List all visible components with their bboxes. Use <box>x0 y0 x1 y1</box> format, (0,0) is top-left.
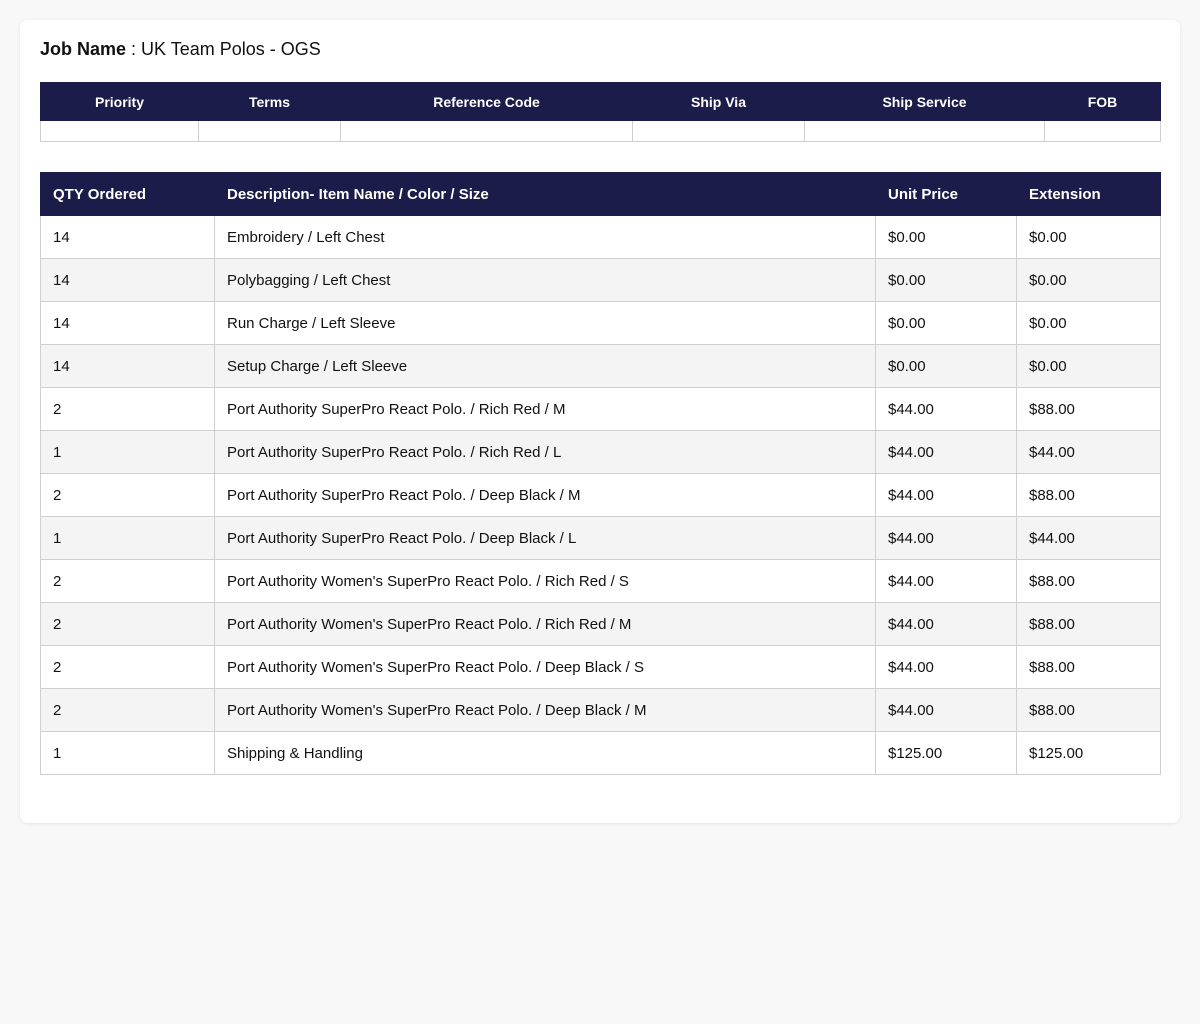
table-row: 14 Run Charge / Left Sleeve $0.00 $0.00 <box>40 301 1161 345</box>
meta-header-terms: Terms <box>198 82 341 121</box>
cell-qty: 1 <box>40 430 215 474</box>
cell-qty: 2 <box>40 602 215 646</box>
cell-extension: $0.00 <box>1016 258 1161 302</box>
cell-extension: $125.00 <box>1016 731 1161 775</box>
cell-qty: 2 <box>40 688 215 732</box>
meta-header-reference-code: Reference Code <box>340 82 633 121</box>
header-extension: Extension <box>1016 172 1161 216</box>
table-row: 14 Polybagging / Left Chest $0.00 $0.00 <box>40 258 1161 302</box>
cell-unit-price: $44.00 <box>875 473 1017 517</box>
cell-extension: $0.00 <box>1016 344 1161 388</box>
cell-qty: 2 <box>40 645 215 689</box>
cell-qty: 14 <box>40 258 215 302</box>
job-name-separator: : <box>126 39 142 59</box>
table-row: 14 Embroidery / Left Chest $0.00 $0.00 <box>40 215 1161 259</box>
meta-value-ship-service <box>804 120 1045 142</box>
cell-description: Port Authority Women's SuperPro React Po… <box>214 602 876 646</box>
meta-value-fob <box>1044 120 1161 142</box>
table-row: 2 Port Authority Women's SuperPro React P… <box>40 602 1161 646</box>
order-card: Job Name : UK Team Polos - OGS Priority … <box>20 20 1180 823</box>
cell-extension: $0.00 <box>1016 215 1161 259</box>
meta-header-fob: FOB <box>1044 82 1161 121</box>
cell-qty: 14 <box>40 301 215 345</box>
table-row: 14 Setup Charge / Left Sleeve $0.00 $0.00 <box>40 344 1161 388</box>
cell-unit-price: $0.00 <box>875 344 1017 388</box>
cell-extension: $0.00 <box>1016 301 1161 345</box>
cell-unit-price: $0.00 <box>875 258 1017 302</box>
header-unit-price: Unit Price <box>875 172 1017 216</box>
cell-unit-price: $44.00 <box>875 645 1017 689</box>
cell-unit-price: $44.00 <box>875 602 1017 646</box>
cell-description: Setup Charge / Left Sleeve <box>214 344 876 388</box>
table-row: 1 Port Authority SuperPro React Polo. / R… <box>40 430 1161 474</box>
meta-value-row <box>40 120 1161 142</box>
header-qty-ordered: QTY Ordered <box>40 172 215 216</box>
order-meta-table: Priority Terms Reference Code Ship Via S… <box>40 82 1161 142</box>
cell-extension: $44.00 <box>1016 430 1161 474</box>
meta-value-ship-via <box>632 120 805 142</box>
cell-description: Port Authority SuperPro React Polo. / De… <box>214 516 876 560</box>
cell-unit-price: $44.00 <box>875 430 1017 474</box>
job-name-value: UK Team Polos - OGS <box>141 39 321 59</box>
cell-qty: 14 <box>40 344 215 388</box>
cell-extension: $88.00 <box>1016 473 1161 517</box>
meta-header-row: Priority Terms Reference Code Ship Via S… <box>40 82 1161 121</box>
cell-extension: $88.00 <box>1016 645 1161 689</box>
cell-description: Port Authority Women's SuperPro React Po… <box>214 688 876 732</box>
cell-description: Embroidery / Left Chest <box>214 215 876 259</box>
cell-qty: 2 <box>40 473 215 517</box>
cell-extension: $88.00 <box>1016 387 1161 431</box>
cell-unit-price: $0.00 <box>875 215 1017 259</box>
table-row: 2 Port Authority Women's SuperPro React P… <box>40 645 1161 689</box>
cell-unit-price: $44.00 <box>875 387 1017 431</box>
meta-value-priority <box>40 120 199 142</box>
cell-unit-price: $125.00 <box>875 731 1017 775</box>
cell-qty: 1 <box>40 731 215 775</box>
cell-unit-price: $0.00 <box>875 301 1017 345</box>
table-row: 2 Port Authority SuperPro React Polo. / D… <box>40 473 1161 517</box>
cell-qty: 1 <box>40 516 215 560</box>
job-name-line: Job Name : UK Team Polos - OGS <box>40 38 1160 60</box>
cell-description: Port Authority SuperPro React Polo. / Ri… <box>214 430 876 474</box>
meta-value-terms <box>198 120 341 142</box>
cell-extension: $88.00 <box>1016 559 1161 603</box>
cell-unit-price: $44.00 <box>875 688 1017 732</box>
table-row: 1 Port Authority SuperPro React Polo. / D… <box>40 516 1161 560</box>
cell-qty: 2 <box>40 559 215 603</box>
meta-value-reference-code <box>340 120 633 142</box>
meta-header-priority: Priority <box>40 82 199 121</box>
meta-header-ship-service: Ship Service <box>804 82 1045 121</box>
cell-description: Port Authority SuperPro React Polo. / Ri… <box>214 387 876 431</box>
cell-description: Port Authority SuperPro React Polo. / De… <box>214 473 876 517</box>
table-row: 2 Port Authority Women's SuperPro React P… <box>40 688 1161 732</box>
items-header-row: QTY Ordered Description- Item Name / Col… <box>40 172 1161 216</box>
cell-unit-price: $44.00 <box>875 559 1017 603</box>
cell-description: Port Authority Women's SuperPro React Po… <box>214 559 876 603</box>
cell-extension: $88.00 <box>1016 602 1161 646</box>
table-row: 2 Port Authority SuperPro React Polo. / R… <box>40 387 1161 431</box>
meta-header-ship-via: Ship Via <box>632 82 805 121</box>
cell-unit-price: $44.00 <box>875 516 1017 560</box>
job-name-label: Job Name <box>40 39 127 59</box>
table-row: 2 Port Authority Women's SuperPro React P… <box>40 559 1161 603</box>
cell-description: Polybagging / Left Chest <box>214 258 876 302</box>
cell-description: Shipping & Handling <box>214 731 876 775</box>
line-items-table: QTY Ordered Description- Item Name / Col… <box>40 172 1161 775</box>
cell-qty: 14 <box>40 215 215 259</box>
cell-description: Port Authority Women's SuperPro React Po… <box>214 645 876 689</box>
cell-description: Run Charge / Left Sleeve <box>214 301 876 345</box>
header-description: Description- Item Name / Color / Size <box>214 172 876 216</box>
cell-qty: 2 <box>40 387 215 431</box>
table-row: 1 Shipping & Handling $125.00 $125.00 <box>40 731 1161 775</box>
cell-extension: $44.00 <box>1016 516 1161 560</box>
cell-extension: $88.00 <box>1016 688 1161 732</box>
